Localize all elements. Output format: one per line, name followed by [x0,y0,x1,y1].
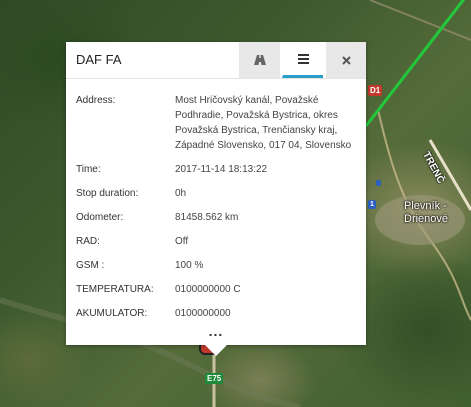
popup-title: DAF FA [76,52,122,67]
info-row-address: Address: Most Hričovský kanál, Považské … [76,93,356,153]
info-value: 0100000000 C [175,284,241,295]
info-value: 2017-11-14 18:13:22 [175,164,268,175]
tab-details[interactable] [282,42,323,78]
list-icon [297,53,309,64]
info-key: Address: [76,95,116,106]
info-row-odometer: Odometer: 81458.562 km [76,210,356,225]
town-label-line1: Plevník - [404,200,447,212]
popup-pointer [205,345,227,356]
info-key: Stop duration: [76,188,139,199]
info-row-akumulator: AKUMULATOR: 0100000000 [76,306,356,321]
road-icon [253,55,266,65]
info-value: Most Hričovský kanál, Považské Podhradie… [175,95,352,151]
info-key: Odometer: [76,212,124,223]
info-row-time: Time: 2017-11-14 18:13:22 [76,162,356,177]
town-label: Plevník - Drienové [404,200,448,226]
road-marker-icon [376,180,381,186]
more-button[interactable]: ... [76,324,356,338]
info-value: 0100000000 [175,308,231,319]
info-row-gsm: GSM : 100 % [76,258,356,273]
road-shield-d1: D1 [368,85,383,96]
tab-road[interactable] [239,42,280,78]
info-key: RAD: [76,236,100,247]
info-key: Time: [76,164,101,175]
vehicle-info-popup: DAF FA Address: Most Hričovský kanál, Po… [66,42,366,345]
info-row-stop-duration: Stop duration: 0h [76,186,356,201]
info-value: Off [175,236,189,247]
info-key: AKUMULATOR: [76,308,148,319]
info-row-temperatura: TEMPERATURA: 0100000000 C [76,282,356,297]
town-label-line2: Drienové [404,213,449,225]
road-shield-e75: E75 [205,373,224,384]
info-key: GSM : [76,260,105,271]
road-shield-blue: 1 [368,200,376,209]
info-row-rad: RAD: Off [76,234,356,249]
close-icon [341,55,351,65]
popup-header: DAF FA [66,42,366,79]
close-button[interactable] [325,42,366,78]
popup-body: Address: Most Hričovský kanál, Považské … [66,79,366,338]
info-value: 81458.562 km [175,212,239,223]
info-value: 0h [175,188,187,199]
info-key: TEMPERATURA: [76,284,154,295]
info-value: 100 % [175,260,204,271]
